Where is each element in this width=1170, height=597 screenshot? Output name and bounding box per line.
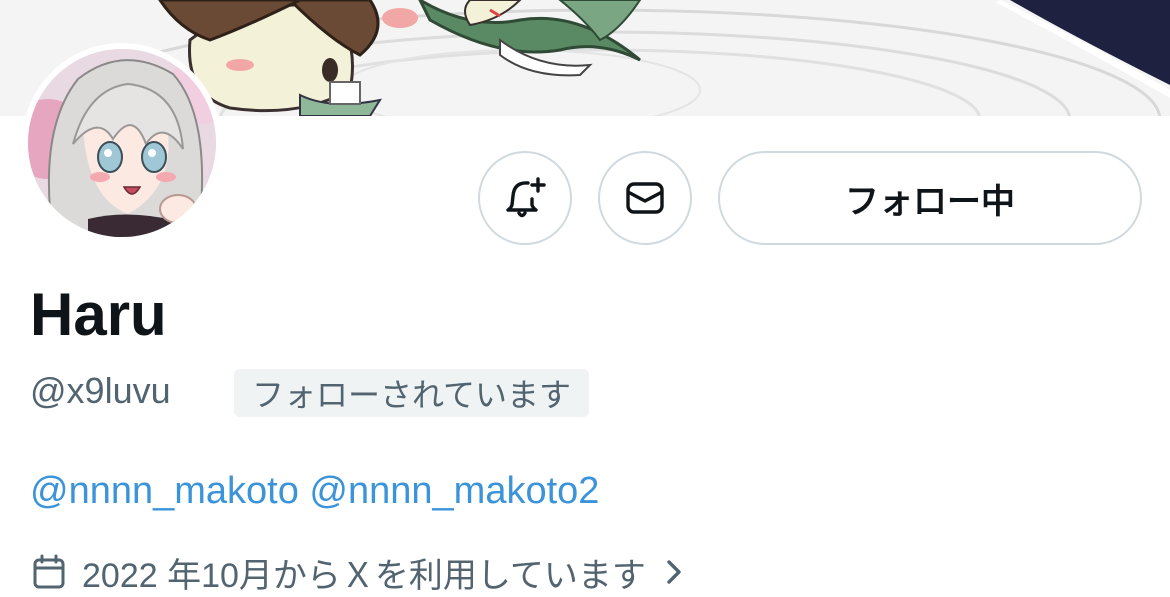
bio-mention-link[interactable]: @nnnn_makoto2 <box>309 470 599 512</box>
following-button[interactable]: フォロー中 <box>718 151 1142 245</box>
profile-avatar[interactable] <box>22 43 222 243</box>
follows-you-badge: フォローされています <box>234 369 590 417</box>
user-handle: @x9luvu <box>30 370 171 411</box>
follows-you-label: フォローされています <box>252 377 572 413</box>
display-name: Haru <box>30 281 167 348</box>
bell-plus-icon <box>502 175 548 221</box>
avatar-illustration <box>28 49 216 237</box>
message-button[interactable] <box>598 151 692 245</box>
following-button-label: フォロー中 <box>845 182 1015 221</box>
envelope-icon <box>622 175 668 221</box>
chevron-right-icon <box>660 557 686 587</box>
profile-bio: @nnnn_makoto @nnnn_makoto2 <box>30 470 599 513</box>
joined-date-label: 2022 年10月からＸを利用しています <box>82 556 646 595</box>
notify-button[interactable] <box>478 151 572 245</box>
bio-mention-link[interactable]: @nnnn_makoto <box>30 470 299 512</box>
joined-date-row[interactable]: 2022 年10月からＸを利用しています <box>30 548 686 596</box>
calendar-icon <box>30 553 68 591</box>
